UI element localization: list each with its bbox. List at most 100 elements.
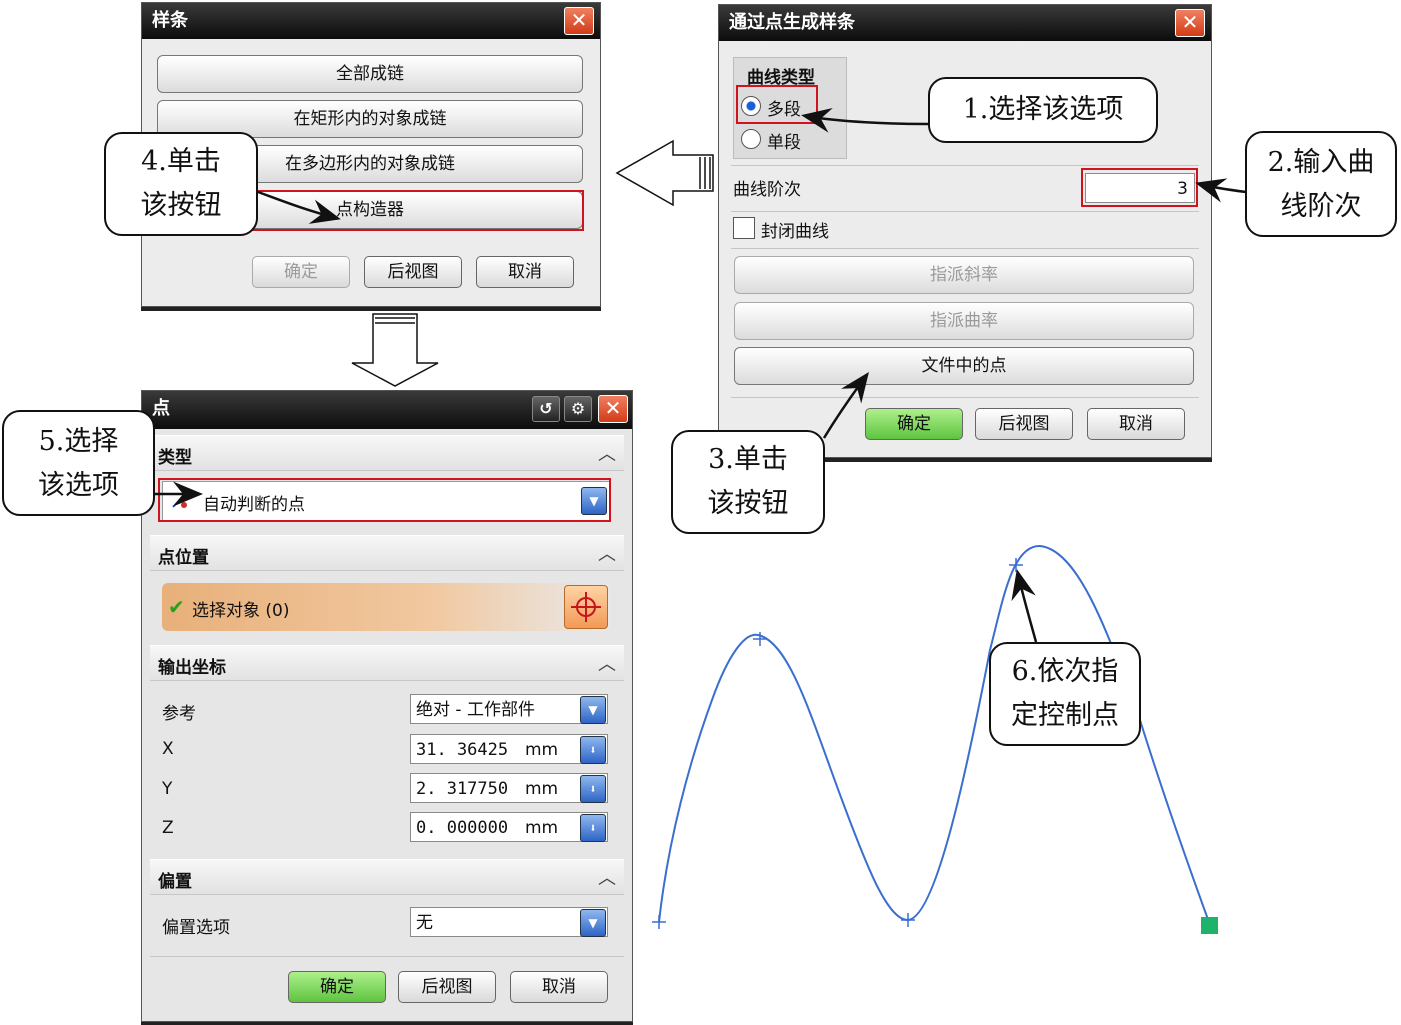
y-label: Y [162, 779, 173, 799]
flow-arrow-down [351, 313, 439, 387]
ok-button[interactable]: 确定 [252, 256, 350, 288]
control-point-markers [652, 558, 1023, 929]
multi-segment-highlight [736, 85, 818, 124]
flow-arrow-left [615, 139, 714, 207]
close-button[interactable]: ✕ [1175, 9, 1205, 37]
gear-icon[interactable]: ⚙ [564, 396, 592, 422]
divider [731, 397, 1199, 398]
points-from-file-button[interactable]: 文件中的点 [734, 347, 1194, 385]
reference-value: 绝对 - 工作部件 [416, 700, 535, 720]
callout-4-line2: 该按钮 [140, 190, 222, 221]
spline-through-points-dialog: 通过点生成样条 ✕ 曲线类型 多段 单段 曲线阶次 3 封闭曲线 指派斜率 指派… [718, 4, 1212, 458]
point-dialog: 点 ↺ ⚙ ✕ 类型 ︿ 自动判断的点 ▼ 点位置 ︿ ✔ 选择对象 (0) 输… [141, 390, 633, 1022]
output-coordinates-section-header[interactable]: 输出坐标 ︿ [150, 645, 624, 681]
spline-dialog-title: 样条 [152, 10, 188, 31]
x-field[interactable]: 31. 36425 mm ⬇ [410, 734, 608, 764]
offset-section-header[interactable]: 偏置 ︿ [150, 859, 624, 895]
cancel-button[interactable]: 取消 [476, 256, 574, 288]
reference-label: 参考 [162, 704, 196, 724]
callout-5-line1: 5.选择 [38, 426, 119, 457]
collapse-icon[interactable]: ︿ [598, 540, 616, 566]
point-dialog-titlebar[interactable]: 点 ↺ ⚙ ✕ [142, 391, 632, 429]
crosshair-icon[interactable] [564, 585, 608, 629]
close-button[interactable]: ✕ [598, 395, 628, 423]
z-unit: mm [525, 818, 559, 838]
x-unit: mm [525, 740, 559, 760]
assign-slope-button[interactable]: 指派斜率 [734, 256, 1194, 294]
callout-2: 2.输入曲 线阶次 [1245, 131, 1397, 237]
offset-section-label: 偏置 [158, 872, 192, 892]
offset-option-dropdown[interactable]: 无 ▼ [410, 907, 608, 937]
arrow-down-icon[interactable]: ⬇ [580, 814, 606, 842]
z-value: 0. 000000 [416, 818, 509, 838]
through-points-titlebar[interactable]: 通过点生成样条 ✕ [719, 5, 1211, 41]
output-coordinates-label: 输出坐标 [158, 658, 226, 678]
callout-1: 1.选择该选项 [928, 77, 1158, 143]
flow-arrow-left-stripes [699, 157, 711, 189]
reset-icon[interactable]: ↺ [532, 396, 560, 422]
callout-3-line1: 3.单击 [708, 444, 788, 475]
curve-degree-label: 曲线阶次 [733, 180, 801, 200]
cancel-button[interactable]: 取消 [1087, 408, 1185, 440]
select-object-label: 选择对象 (0) [192, 601, 290, 621]
back-view-button[interactable]: 后视图 [364, 256, 462, 288]
divider [731, 211, 1199, 212]
collapse-icon[interactable]: ︿ [598, 864, 616, 890]
point-location-label: 点位置 [158, 548, 209, 568]
closed-curve-label: 封闭曲线 [761, 222, 829, 242]
close-button[interactable]: ✕ [564, 7, 594, 35]
z-field[interactable]: 0. 000000 mm ⬇ [410, 812, 608, 842]
y-field[interactable]: 2. 317750 mm ⬇ [410, 773, 608, 803]
divider [150, 956, 624, 957]
ok-button[interactable]: 确定 [288, 971, 386, 1003]
type-dropdown-highlight [158, 478, 611, 522]
callout-2-line2: 线阶次 [1280, 191, 1362, 222]
callout-3-line2: 该按钮 [707, 488, 789, 519]
type-section-header[interactable]: 类型 ︿ [150, 435, 624, 471]
assign-curvature-button[interactable]: 指派曲率 [734, 302, 1194, 340]
callout-1-text: 1.选择该选项 [962, 94, 1124, 125]
callout-4-line1: 4.单击 [141, 146, 221, 177]
back-view-button[interactable]: 后视图 [398, 971, 496, 1003]
closed-curve-checkbox[interactable] [733, 217, 755, 239]
z-label: Z [162, 818, 174, 838]
divider [731, 248, 1199, 249]
callout-4: 4.单击 该按钮 [104, 132, 258, 236]
arrow-down-icon[interactable]: ⬇ [580, 775, 606, 803]
flow-arrow-down-stripes [375, 317, 415, 324]
back-view-button[interactable]: 后视图 [975, 408, 1073, 440]
endpoint-marker [1201, 917, 1218, 934]
offset-option-value: 无 [416, 913, 433, 933]
chevron-down-icon[interactable]: ▼ [580, 909, 606, 937]
callout-5: 5.选择 该选项 [2, 410, 155, 516]
offset-option-label: 偏置选项 [162, 918, 230, 938]
type-section-label: 类型 [158, 448, 192, 468]
callout-6-line2: 定控制点 [1011, 700, 1119, 731]
curve-degree-highlight [1081, 168, 1198, 207]
reference-dropdown[interactable]: 绝对 - 工作部件 ▼ [410, 694, 608, 724]
y-unit: mm [525, 779, 559, 799]
collapse-icon[interactable]: ︿ [598, 650, 616, 676]
arrow-6 [1011, 569, 1038, 643]
radio-empty-icon [741, 129, 761, 149]
cancel-button[interactable]: 取消 [510, 971, 608, 1003]
point-constructor-highlight [252, 190, 584, 231]
collapse-icon[interactable]: ︿ [598, 440, 616, 466]
callout-6: 6.依次指 定控制点 [989, 642, 1141, 746]
point-location-section-header[interactable]: 点位置 ︿ [150, 535, 624, 571]
x-value: 31. 36425 [416, 740, 509, 760]
point-dialog-title: 点 [152, 398, 170, 419]
chevron-down-icon[interactable]: ▼ [580, 696, 606, 724]
callout-2-line1: 2.输入曲 [1267, 147, 1375, 178]
select-object-row[interactable]: ✔ 选择对象 (0) [162, 583, 610, 631]
callout-6-line1: 6.依次指 [1011, 656, 1119, 687]
option-single-label: 单段 [767, 133, 801, 153]
x-label: X [162, 739, 174, 759]
spline-dialog-titlebar[interactable]: 样条 ✕ [142, 3, 600, 39]
divider [731, 165, 1199, 166]
arrow-down-icon[interactable]: ⬇ [580, 736, 606, 764]
chain-all-button[interactable]: 全部成链 [157, 55, 583, 93]
check-icon: ✔ [168, 595, 185, 619]
ok-button[interactable]: 确定 [865, 408, 963, 440]
y-value: 2. 317750 [416, 779, 509, 799]
